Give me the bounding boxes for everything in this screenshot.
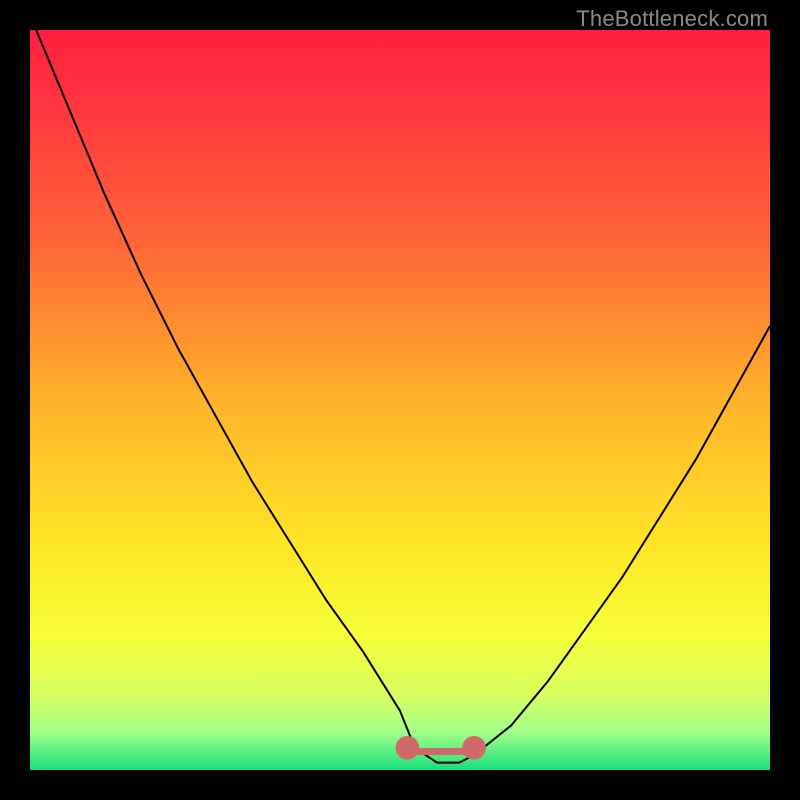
optimal-range-dot-left xyxy=(396,736,420,760)
plot-area xyxy=(30,30,770,770)
optimal-range-dot-right xyxy=(462,736,486,760)
chart-frame: TheBottleneck.com xyxy=(0,0,800,800)
gradient-rect xyxy=(30,30,770,770)
chart-svg xyxy=(30,30,770,770)
watermark-label: TheBottleneck.com xyxy=(576,6,768,32)
